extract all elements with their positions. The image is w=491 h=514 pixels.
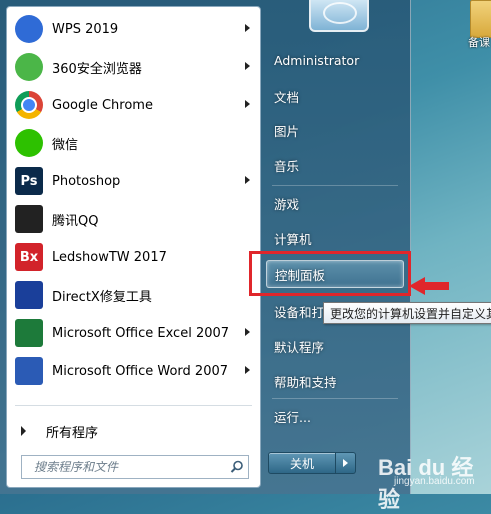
- ledshow-icon: Bx: [15, 243, 43, 271]
- programs-panel: WPS 2019 360安全浏览器 Google Chrome 微信 Ps Photosh…: [6, 6, 261, 488]
- program-item[interactable]: Bx LedshowTW 2017: [7, 238, 260, 276]
- submenu-arrow-icon[interactable]: [245, 100, 250, 108]
- right-item-computer[interactable]: 计算机: [266, 223, 404, 253]
- right-item-default-programs[interactable]: 默认程序: [266, 331, 404, 361]
- word-icon: [15, 357, 43, 385]
- program-item[interactable]: 360安全浏览器: [7, 48, 260, 86]
- program-label: DirectX修复工具: [52, 289, 152, 305]
- separator: [15, 405, 252, 406]
- annotation-highlight-box: [249, 251, 411, 296]
- user-picture[interactable]: [309, 0, 369, 32]
- program-label: 腾讯QQ: [52, 213, 99, 229]
- shutdown-button[interactable]: 关机: [268, 452, 336, 474]
- triangle-right-icon: [21, 426, 26, 436]
- desktop-folder-label: 备课: [468, 36, 490, 49]
- program-label: 微信: [52, 137, 79, 153]
- submenu-arrow-icon[interactable]: [245, 62, 250, 70]
- right-item-documents[interactable]: 文档: [266, 81, 404, 111]
- program-label: Photoshop: [52, 173, 121, 189]
- submenu-arrow-icon[interactable]: [245, 366, 250, 374]
- program-item[interactable]: WPS 2019: [7, 10, 260, 48]
- all-programs-label: 所有程序: [46, 425, 99, 441]
- program-item[interactable]: Ps Photoshop: [7, 162, 260, 200]
- right-item-administrator[interactable]: Administrator: [266, 45, 404, 75]
- right-item-help-support[interactable]: 帮助和支持: [266, 366, 404, 396]
- program-item[interactable]: DirectX修复工具: [7, 276, 260, 314]
- program-item[interactable]: Google Chrome: [7, 86, 260, 124]
- directx-icon: [15, 281, 43, 309]
- separator: [272, 185, 398, 186]
- program-item[interactable]: 微信: [7, 124, 260, 162]
- right-item-run[interactable]: 运行...: [266, 401, 404, 431]
- all-programs-item[interactable]: 所有程序: [7, 417, 260, 445]
- photoshop-icon: Ps: [15, 167, 43, 195]
- right-item-pictures[interactable]: 图片: [266, 115, 404, 145]
- program-item[interactable]: 腾讯QQ: [7, 200, 260, 238]
- wechat-icon: [15, 129, 43, 157]
- baidu-watermark: Bai du 经验 jingyan.baidu.com: [372, 446, 490, 512]
- program-label: Microsoft Office Word 2007: [52, 363, 229, 379]
- control-panel-tooltip: 更改您的计算机设置并自定义其: [323, 302, 491, 324]
- desktop-folder-icon[interactable]: [470, 0, 491, 38]
- search-input[interactable]: [32, 459, 226, 475]
- watermark-sub: jingyan.baidu.com: [394, 476, 475, 487]
- shutdown-options-button[interactable]: [336, 452, 356, 474]
- program-label: Microsoft Office Excel 2007: [52, 325, 230, 341]
- 360-browser-icon: [15, 53, 43, 81]
- right-item-music[interactable]: 音乐: [266, 150, 404, 180]
- program-label: 360安全浏览器: [52, 61, 142, 77]
- program-label: WPS 2019: [52, 21, 119, 37]
- annotation-arrow-icon: [409, 277, 449, 295]
- chrome-icon: [15, 91, 43, 119]
- excel-icon: [15, 319, 43, 347]
- submenu-arrow-icon[interactable]: [245, 176, 250, 184]
- search-icon[interactable]: [226, 456, 248, 478]
- right-item-games[interactable]: 游戏: [266, 188, 404, 218]
- triangle-right-icon: [343, 459, 348, 467]
- submenu-arrow-icon[interactable]: [245, 328, 250, 336]
- program-label: LedshowTW 2017: [52, 249, 167, 265]
- separator: [272, 398, 398, 399]
- program-label: Google Chrome: [52, 97, 153, 113]
- qq-icon: [15, 205, 43, 233]
- program-item[interactable]: Microsoft Office Excel 2007: [7, 314, 260, 352]
- submenu-arrow-icon[interactable]: [245, 24, 250, 32]
- program-item[interactable]: Microsoft Office Word 2007: [7, 352, 260, 390]
- search-box[interactable]: [21, 455, 249, 479]
- wps-icon: [15, 15, 43, 43]
- start-menu: WPS 2019 360安全浏览器 Google Chrome 微信 Ps Photosh…: [0, 0, 411, 494]
